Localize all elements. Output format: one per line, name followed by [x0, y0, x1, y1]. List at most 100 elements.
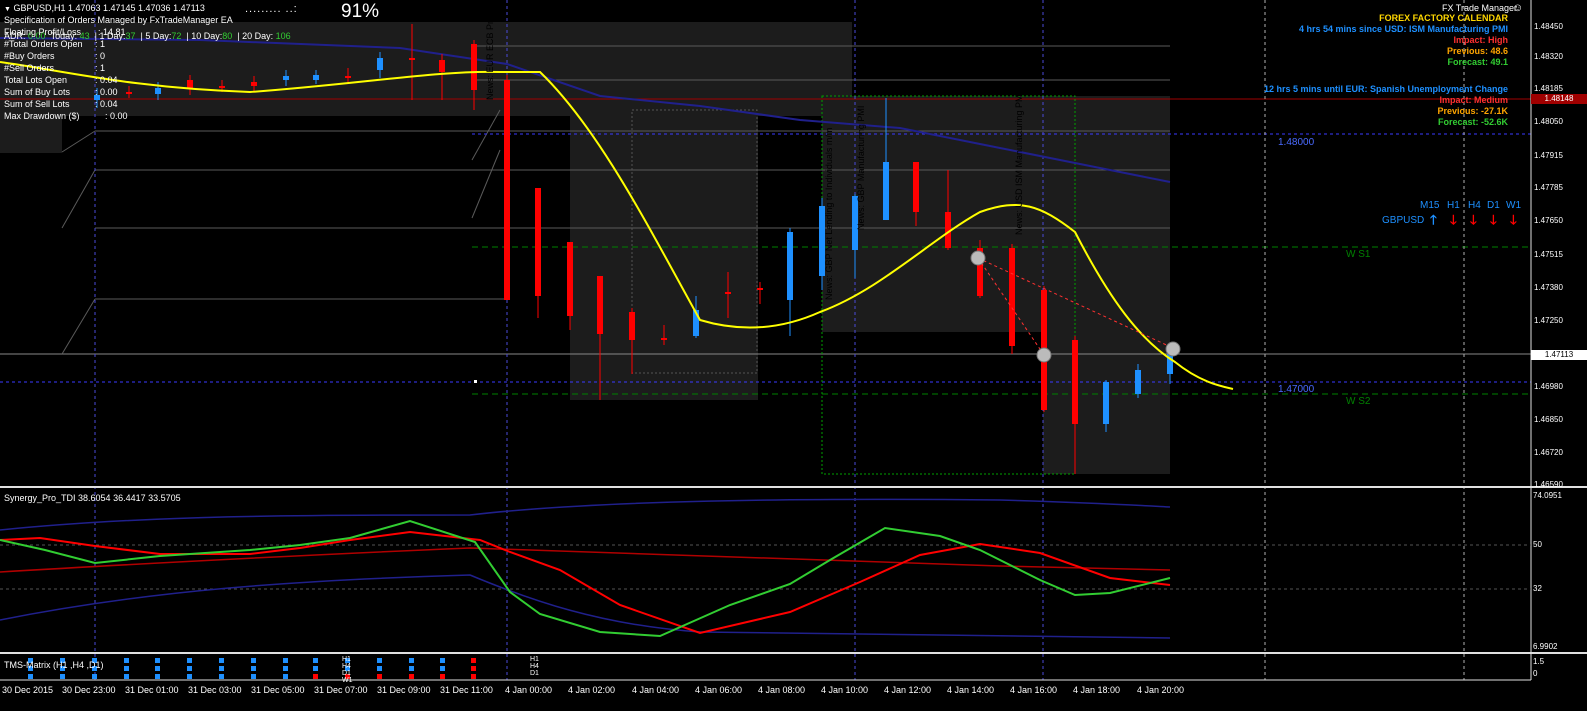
ea-subtitle: Specification of Orders Managed by FxTra… [4, 15, 233, 25]
tf-label: D1 [1487, 200, 1500, 211]
tms-square [440, 658, 445, 663]
event-previous: Previous: 48.6 [1446, 46, 1508, 56]
price-tick: 1.48450 [1534, 22, 1563, 31]
chart-window[interactable]: ▼ GBPUSD,H1 1.47063 1.47145 1.47036 1.47… [0, 0, 1587, 711]
tdi-label: Synergy_Pro_TDI 38.6054 36.4417 33.5705 [4, 493, 181, 503]
candle-body [1135, 370, 1141, 394]
candle-body [913, 162, 919, 212]
time-tick: 4 Jan 18:00 [1073, 685, 1121, 695]
tms-square [155, 666, 160, 671]
time-tick: 4 Jan 08:00 [758, 685, 806, 695]
tms-square [124, 666, 129, 671]
time-tick: 4 Jan 20:00 [1137, 685, 1185, 695]
time-tick: 31 Dec 09:00 [377, 685, 431, 695]
stat-label: #Sell Orders [4, 63, 55, 73]
tms-square [251, 674, 256, 679]
price-tick: 1.46980 [1534, 382, 1563, 391]
tdi-axis-tick: 74.0951 [1533, 491, 1562, 500]
tms-square [377, 674, 382, 679]
candle-body [377, 58, 383, 70]
stat-label: #Buy Orders [4, 51, 55, 61]
tms-square [60, 674, 65, 679]
candle-body [1103, 382, 1109, 424]
event-forecast: Forecast: -52.6K [1437, 117, 1508, 127]
tms-square [124, 658, 129, 663]
candle-body [725, 292, 731, 294]
stat-value: : 0.04 [95, 75, 118, 85]
tms-square [219, 658, 224, 663]
tms-square [219, 666, 224, 671]
tms-square [155, 658, 160, 663]
tms-axis-tick: 0 [1533, 669, 1538, 678]
time-tick: 4 Jan 10:00 [821, 685, 869, 695]
tms-square [28, 674, 33, 679]
arrow-down-icon: 🡓 [1470, 212, 1477, 227]
event-previous: Previous: -27.1K [1437, 106, 1508, 116]
price-tick: 1.47380 [1534, 283, 1563, 292]
time-tick: 4 Jan 14:00 [947, 685, 995, 695]
chart-canvas[interactable] [0, 0, 1587, 711]
candle-body [1009, 248, 1015, 346]
candle-body [251, 82, 257, 86]
time-tick: 4 Jan 04:00 [632, 685, 680, 695]
price-tick: 1.47650 [1534, 216, 1563, 225]
candle-body [1072, 340, 1078, 424]
candle-body [504, 80, 510, 300]
tms-square [409, 666, 414, 671]
stat-label: #Total Orders Open [4, 39, 83, 49]
session-box [1043, 232, 1170, 474]
event-impact: Impact: Medium [1439, 95, 1508, 105]
progress-dots: ......... ..: [245, 3, 298, 15]
candle-body [155, 88, 161, 94]
tms-square [283, 674, 288, 679]
time-tick: 30 Dec 2015 [2, 685, 54, 695]
tms-square [313, 666, 318, 671]
stat-label: Max Drawdown ($) [4, 111, 80, 121]
arrow-down-icon: 🡓 [1490, 212, 1497, 227]
tms-square [440, 674, 445, 679]
price-tick: 1.47785 [1534, 183, 1563, 192]
candle-body [219, 86, 225, 88]
tms-square [440, 666, 445, 671]
collapse-triangle-icon[interactable]: ▼ [4, 6, 11, 13]
candle-body [567, 242, 573, 316]
stat-value: : 1 [95, 39, 106, 49]
arrow-down-icon: 🡓 [1510, 212, 1517, 227]
price-tick: 1.46720 [1534, 448, 1563, 457]
time-tick: 31 Dec 05:00 [251, 685, 305, 695]
time-tick: 4 Jan 06:00 [695, 685, 743, 695]
calendar-event: 4 hrs 54 mins since USD: ISM Manufacturi… [1298, 24, 1508, 34]
tms-axis-tick: 1.5 [1533, 657, 1545, 666]
tms-square [377, 666, 382, 671]
level-price-box: 1.48148 [1531, 94, 1587, 104]
tms-tf-labels: H1 H4 D1 W1 [342, 656, 353, 684]
candle-body [883, 162, 889, 220]
price-tick: 1.48320 [1534, 52, 1563, 61]
smiley-icon[interactable]: ☺ [1512, 2, 1523, 14]
tms-square [471, 658, 476, 663]
tdi-axis-tick: 6.9902 [1533, 642, 1558, 651]
time-tick: 4 Jan 02:00 [568, 685, 616, 695]
price-tick: 1.47515 [1534, 250, 1563, 259]
time-tick: 4 Jan 16:00 [1010, 685, 1058, 695]
event-forecast: Forecast: 49.1 [1447, 57, 1508, 67]
candle-body [471, 44, 477, 90]
tms-square [313, 658, 318, 663]
tms-square [313, 674, 318, 679]
news-label: News: GBP Manufacturing PMI [856, 105, 866, 230]
tms-square [124, 674, 129, 679]
tf-label: W1 [1506, 200, 1521, 211]
time-tick: 31 Dec 01:00 [125, 685, 179, 695]
time-tick: 31 Dec 11:00 [440, 685, 493, 695]
candle-body [126, 92, 132, 94]
candle-body [597, 276, 603, 334]
pivot-label: W S2 [1346, 396, 1371, 407]
candle-body [629, 312, 635, 340]
tf-label: H1 [1447, 200, 1460, 211]
time-tick: 31 Dec 07:00 [314, 685, 368, 695]
price-tick: 1.46850 [1534, 415, 1563, 424]
stat-label: Sum of Buy Lots [4, 87, 71, 97]
tdi-axis-tick: 32 [1533, 584, 1542, 593]
level-label: 1.47000 [1278, 384, 1315, 395]
stat-value: : 0 [95, 51, 106, 61]
